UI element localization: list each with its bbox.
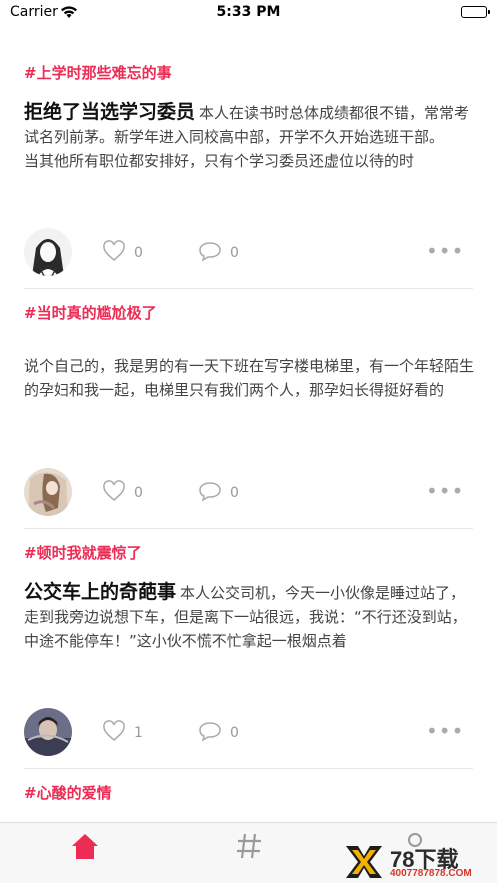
more-icon[interactable]: •••: [426, 721, 464, 741]
clock: 5:33 PM: [216, 4, 281, 20]
home-icon: [70, 832, 100, 864]
like-count: 1: [134, 725, 143, 741]
post-topic[interactable]: #顿时我就震惊了: [24, 542, 142, 563]
heart-icon: [102, 240, 126, 266]
tab-home[interactable]: [60, 823, 110, 873]
post-card[interactable]: #上学时那些难忘的事 拒绝了当选学习委员 本人在读书时总体成绩都很不错，常常考试名…: [0, 62, 497, 289]
post-body[interactable]: 说个自己的，我是男的有一天下班在写字楼电梯里，有一个年轻陌生的孕妇和我一起，电梯…: [24, 354, 474, 434]
comment-icon: [198, 240, 222, 266]
post-topic[interactable]: #当时真的尴尬极了: [24, 302, 157, 323]
divider: [24, 768, 473, 769]
tab-topics[interactable]: [222, 823, 276, 873]
post-title: 公交车上的奇葩事: [24, 581, 177, 603]
heart-icon: [102, 480, 126, 506]
post-card[interactable]: #当时真的尴尬极了 说个自己的，我是男的有一天下班在写字楼电梯里，有一个年轻陌生…: [0, 302, 497, 529]
post-excerpt: 说个自己的，我是男的有一天下班在写字楼电梯里，有一个年轻陌生的孕妇和我一起，电梯…: [24, 357, 474, 399]
post-card[interactable]: #顿时我就震惊了 公交车上的奇葩事 本人公交司机，今天一小伙像是睡过站了，走到我旁…: [0, 542, 497, 769]
like-button[interactable]: 1: [102, 720, 143, 746]
post-topic[interactable]: #上学时那些难忘的事: [24, 62, 172, 83]
like-button[interactable]: 0: [102, 240, 143, 266]
like-button[interactable]: 0: [102, 480, 143, 506]
divider: [24, 528, 473, 529]
comment-button[interactable]: 0: [198, 720, 239, 746]
comment-icon: [198, 720, 222, 746]
comment-count: 0: [230, 245, 239, 261]
comment-count: 0: [230, 725, 239, 741]
more-icon[interactable]: •••: [426, 241, 464, 261]
comment-icon: [198, 480, 222, 506]
post-topic[interactable]: #心酸的爱情: [24, 782, 112, 803]
hashtag-icon: [234, 831, 264, 865]
battery-icon: [461, 6, 490, 18]
post-title: 拒绝了当选学习委员: [24, 101, 196, 123]
heart-icon: [102, 720, 126, 746]
avatar[interactable]: [24, 708, 72, 756]
post-body[interactable]: 公交车上的奇葩事 本人公交司机，今天一小伙像是睡过站了，走到我旁边说想下车，但是离…: [24, 580, 474, 686]
avatar[interactable]: [24, 468, 72, 516]
comment-count: 0: [230, 485, 239, 501]
status-bar: Carrier 5:33 PM: [0, 0, 497, 28]
watermark: 78下载 4007787878.COM: [340, 840, 497, 883]
like-count: 0: [134, 485, 143, 501]
post-body[interactable]: 拒绝了当选学习委员 本人在读书时总体成绩都很不错，常常考试名列前茅。新学年进入同校…: [24, 100, 474, 206]
avatar[interactable]: [24, 228, 72, 276]
like-count: 0: [134, 245, 143, 261]
post-card[interactable]: #心酸的爱情: [0, 782, 497, 822]
more-icon[interactable]: •••: [426, 481, 464, 501]
watermark-logo: [344, 844, 384, 883]
comment-button[interactable]: 0: [198, 240, 239, 266]
comment-button[interactable]: 0: [198, 480, 239, 506]
divider: [24, 288, 473, 289]
watermark-url: 4007787878.COM: [390, 868, 472, 879]
